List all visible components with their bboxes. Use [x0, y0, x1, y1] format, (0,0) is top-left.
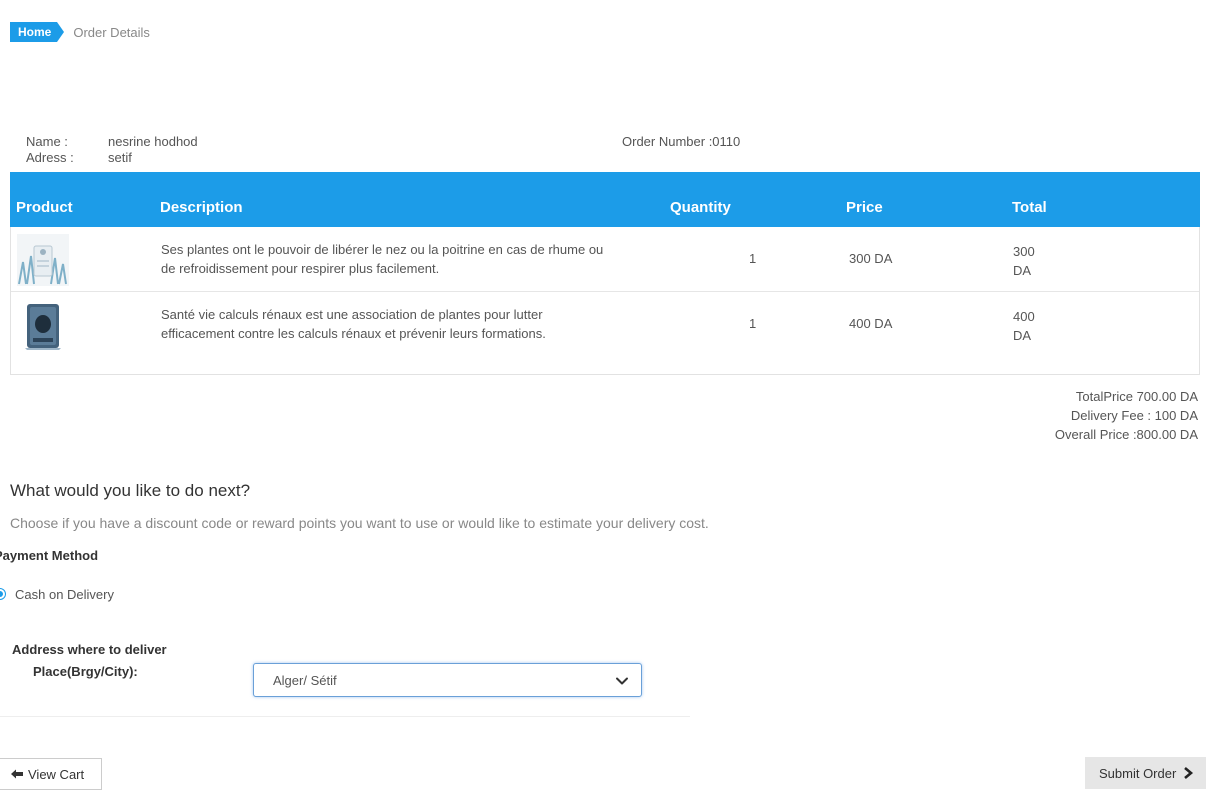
total-amount: 300 — [1013, 244, 1035, 259]
name-label: Name : — [26, 134, 68, 149]
place-select-value: Alger/ Sétif — [273, 673, 337, 688]
total-currency: DA — [1013, 328, 1032, 343]
chevron-down-icon — [616, 677, 628, 685]
order-table: Product Description Quantity Price Total… — [10, 172, 1200, 375]
description-cell: Ses plantes ont le pouvoir de libérer le… — [161, 240, 603, 278]
cash-on-delivery-radio[interactable] — [0, 588, 6, 600]
header-quantity: Quantity — [670, 199, 731, 216]
description-line: efficacement contre les calculs rénaux e… — [161, 326, 546, 341]
header-description: Description — [160, 199, 243, 216]
delivery-fee: Delivery Fee : 100 DA — [1070, 408, 1198, 423]
divider — [0, 716, 690, 717]
total-cell: 400 DA — [1013, 307, 1035, 345]
submit-order-button[interactable]: Submit Order — [1085, 757, 1206, 789]
arrow-left-icon — [11, 769, 23, 779]
submit-order-label: Submit Order — [1099, 765, 1177, 781]
place-label: Place(Brgy/City): — [33, 664, 138, 679]
product-image-inhaler[interactable] — [17, 234, 69, 286]
breadcrumb-current: Order Details — [73, 24, 150, 40]
header-product: Product — [16, 199, 73, 216]
table-row: Santé vie calculs rénaux est une associa… — [11, 291, 1199, 356]
description-cell: Santé vie calculs rénaux est une associa… — [161, 305, 546, 343]
total-price: TotalPrice 700.00 DA — [1075, 389, 1198, 404]
total-currency: DA — [1013, 263, 1032, 278]
order-totals: TotalPrice 700.00 DA Delivery Fee : 100 … — [1055, 387, 1198, 444]
description-line: de refroidissement pour respirer plus fa… — [161, 261, 440, 276]
next-steps-title: What would you like to do next? — [10, 481, 251, 500]
header-total: Total — [1012, 199, 1047, 216]
description-line: Santé vie calculs rénaux est une associa… — [161, 307, 543, 322]
next-steps-text: Choose if you have a discount code or re… — [10, 515, 709, 531]
total-amount: 400 — [1013, 309, 1035, 324]
view-cart-button[interactable]: View Cart — [0, 758, 102, 790]
quantity-cell: 1 — [749, 316, 757, 331]
order-number: Order Number :0110 — [622, 134, 741, 149]
address-label: Adress : — [26, 150, 74, 165]
overall-price: Overall Price :800.00 DA — [1054, 427, 1198, 442]
price-cell: 300 DA — [849, 251, 893, 266]
header-price: Price — [846, 199, 883, 216]
breadcrumb-home-link[interactable]: Home — [10, 22, 65, 42]
quantity-cell: 1 — [749, 251, 757, 266]
chevron-right-icon — [1184, 767, 1194, 779]
place-select[interactable]: Alger/ Sétif — [253, 663, 642, 697]
payment-method-title: Payment Method — [0, 548, 99, 563]
cash-on-delivery-label[interactable]: Cash on Delivery — [15, 587, 114, 602]
address-value: setif — [108, 150, 132, 165]
breadcrumb: Home Order Details — [10, 22, 150, 42]
description-line: Ses plantes ont le pouvoir de libérer le… — [161, 242, 604, 257]
price-cell: 400 DA — [849, 316, 893, 331]
view-cart-label: View Cart — [28, 766, 85, 782]
total-cell: 300 DA — [1013, 242, 1035, 280]
product-image-kidney[interactable] — [17, 300, 69, 352]
table-header: Product Description Quantity Price Total — [10, 172, 1200, 227]
table-row: Ses plantes ont le pouvoir de libérer le… — [11, 227, 1199, 291]
delivery-address-title: Address where to deliver — [12, 642, 167, 657]
name-value: nesrine hodhod — [108, 134, 198, 149]
